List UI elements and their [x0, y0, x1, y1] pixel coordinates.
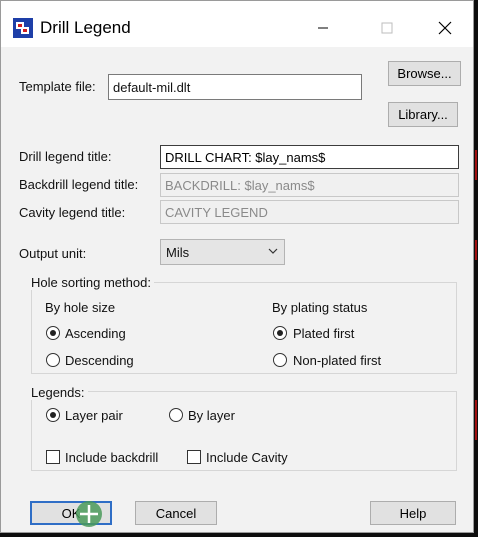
template-file-label: Template file: [19, 79, 96, 94]
plated-first-radio[interactable] [273, 326, 287, 340]
library-button[interactable]: Library... [388, 102, 458, 127]
layer-pair-label[interactable]: Layer pair [65, 408, 123, 423]
mouse-cursor-icon [76, 501, 102, 527]
include-cavity-checkbox[interactable] [187, 450, 201, 464]
close-button[interactable] [425, 14, 465, 42]
plated-first-label[interactable]: Plated first [293, 326, 354, 341]
hole-sorting-title: Hole sorting method: [28, 275, 154, 290]
help-button[interactable]: Help [370, 501, 456, 525]
ascending-label[interactable]: Ascending [65, 326, 126, 341]
legends-title: Legends: [28, 385, 88, 400]
by-layer-radio[interactable] [169, 408, 183, 422]
backdrill-legend-title-input[interactable]: BACKDRILL: $lay_nams$ [160, 173, 459, 197]
minimize-icon [318, 27, 328, 29]
output-unit-select[interactable]: Mils [160, 239, 285, 265]
template-file-input[interactable]: default-mil.dlt [108, 74, 362, 100]
background-edge-line [475, 400, 477, 440]
maximize-icon [381, 22, 393, 34]
ascending-radio[interactable] [46, 326, 60, 340]
include-backdrill-checkbox[interactable] [46, 450, 60, 464]
by-layer-label[interactable]: By layer [188, 408, 235, 423]
layer-pair-radio[interactable] [46, 408, 60, 422]
descending-label[interactable]: Descending [65, 353, 134, 368]
close-icon [438, 21, 452, 35]
background-edge-line [475, 240, 477, 260]
output-unit-value: Mils [166, 245, 190, 260]
non-plated-first-label[interactable]: Non-plated first [293, 353, 381, 368]
by-plating-status-heading: By plating status [272, 300, 368, 315]
by-hole-size-heading: By hole size [45, 300, 116, 315]
background-edge-line [475, 150, 477, 180]
include-backdrill-label[interactable]: Include backdrill [65, 450, 158, 465]
minimize-button[interactable] [303, 14, 343, 42]
app-icon [13, 18, 33, 38]
cavity-legend-title-label: Cavity legend title: [19, 205, 126, 220]
output-unit-label: Output unit: [19, 246, 87, 261]
backdrill-legend-title-label: Backdrill legend title: [19, 177, 139, 192]
include-cavity-label[interactable]: Include Cavity [206, 450, 288, 465]
drill-legend-title-label: Drill legend title: [19, 149, 112, 164]
drill-legend-dialog: Drill Legend Template file: default-mil.… [0, 0, 474, 533]
non-plated-first-radio[interactable] [273, 353, 287, 367]
title-bar[interactable]: Drill Legend [1, 1, 473, 47]
drill-legend-title-input[interactable]: DRILL CHART: $lay_nams$ [160, 145, 459, 169]
maximize-button[interactable] [367, 14, 407, 42]
cancel-button[interactable]: Cancel [135, 501, 217, 525]
descending-radio[interactable] [46, 353, 60, 367]
window-title: Drill Legend [40, 18, 131, 37]
browse-button[interactable]: Browse... [388, 61, 461, 86]
cavity-legend-title-input[interactable]: CAVITY LEGEND [160, 200, 459, 224]
chevron-down-icon [268, 248, 278, 254]
